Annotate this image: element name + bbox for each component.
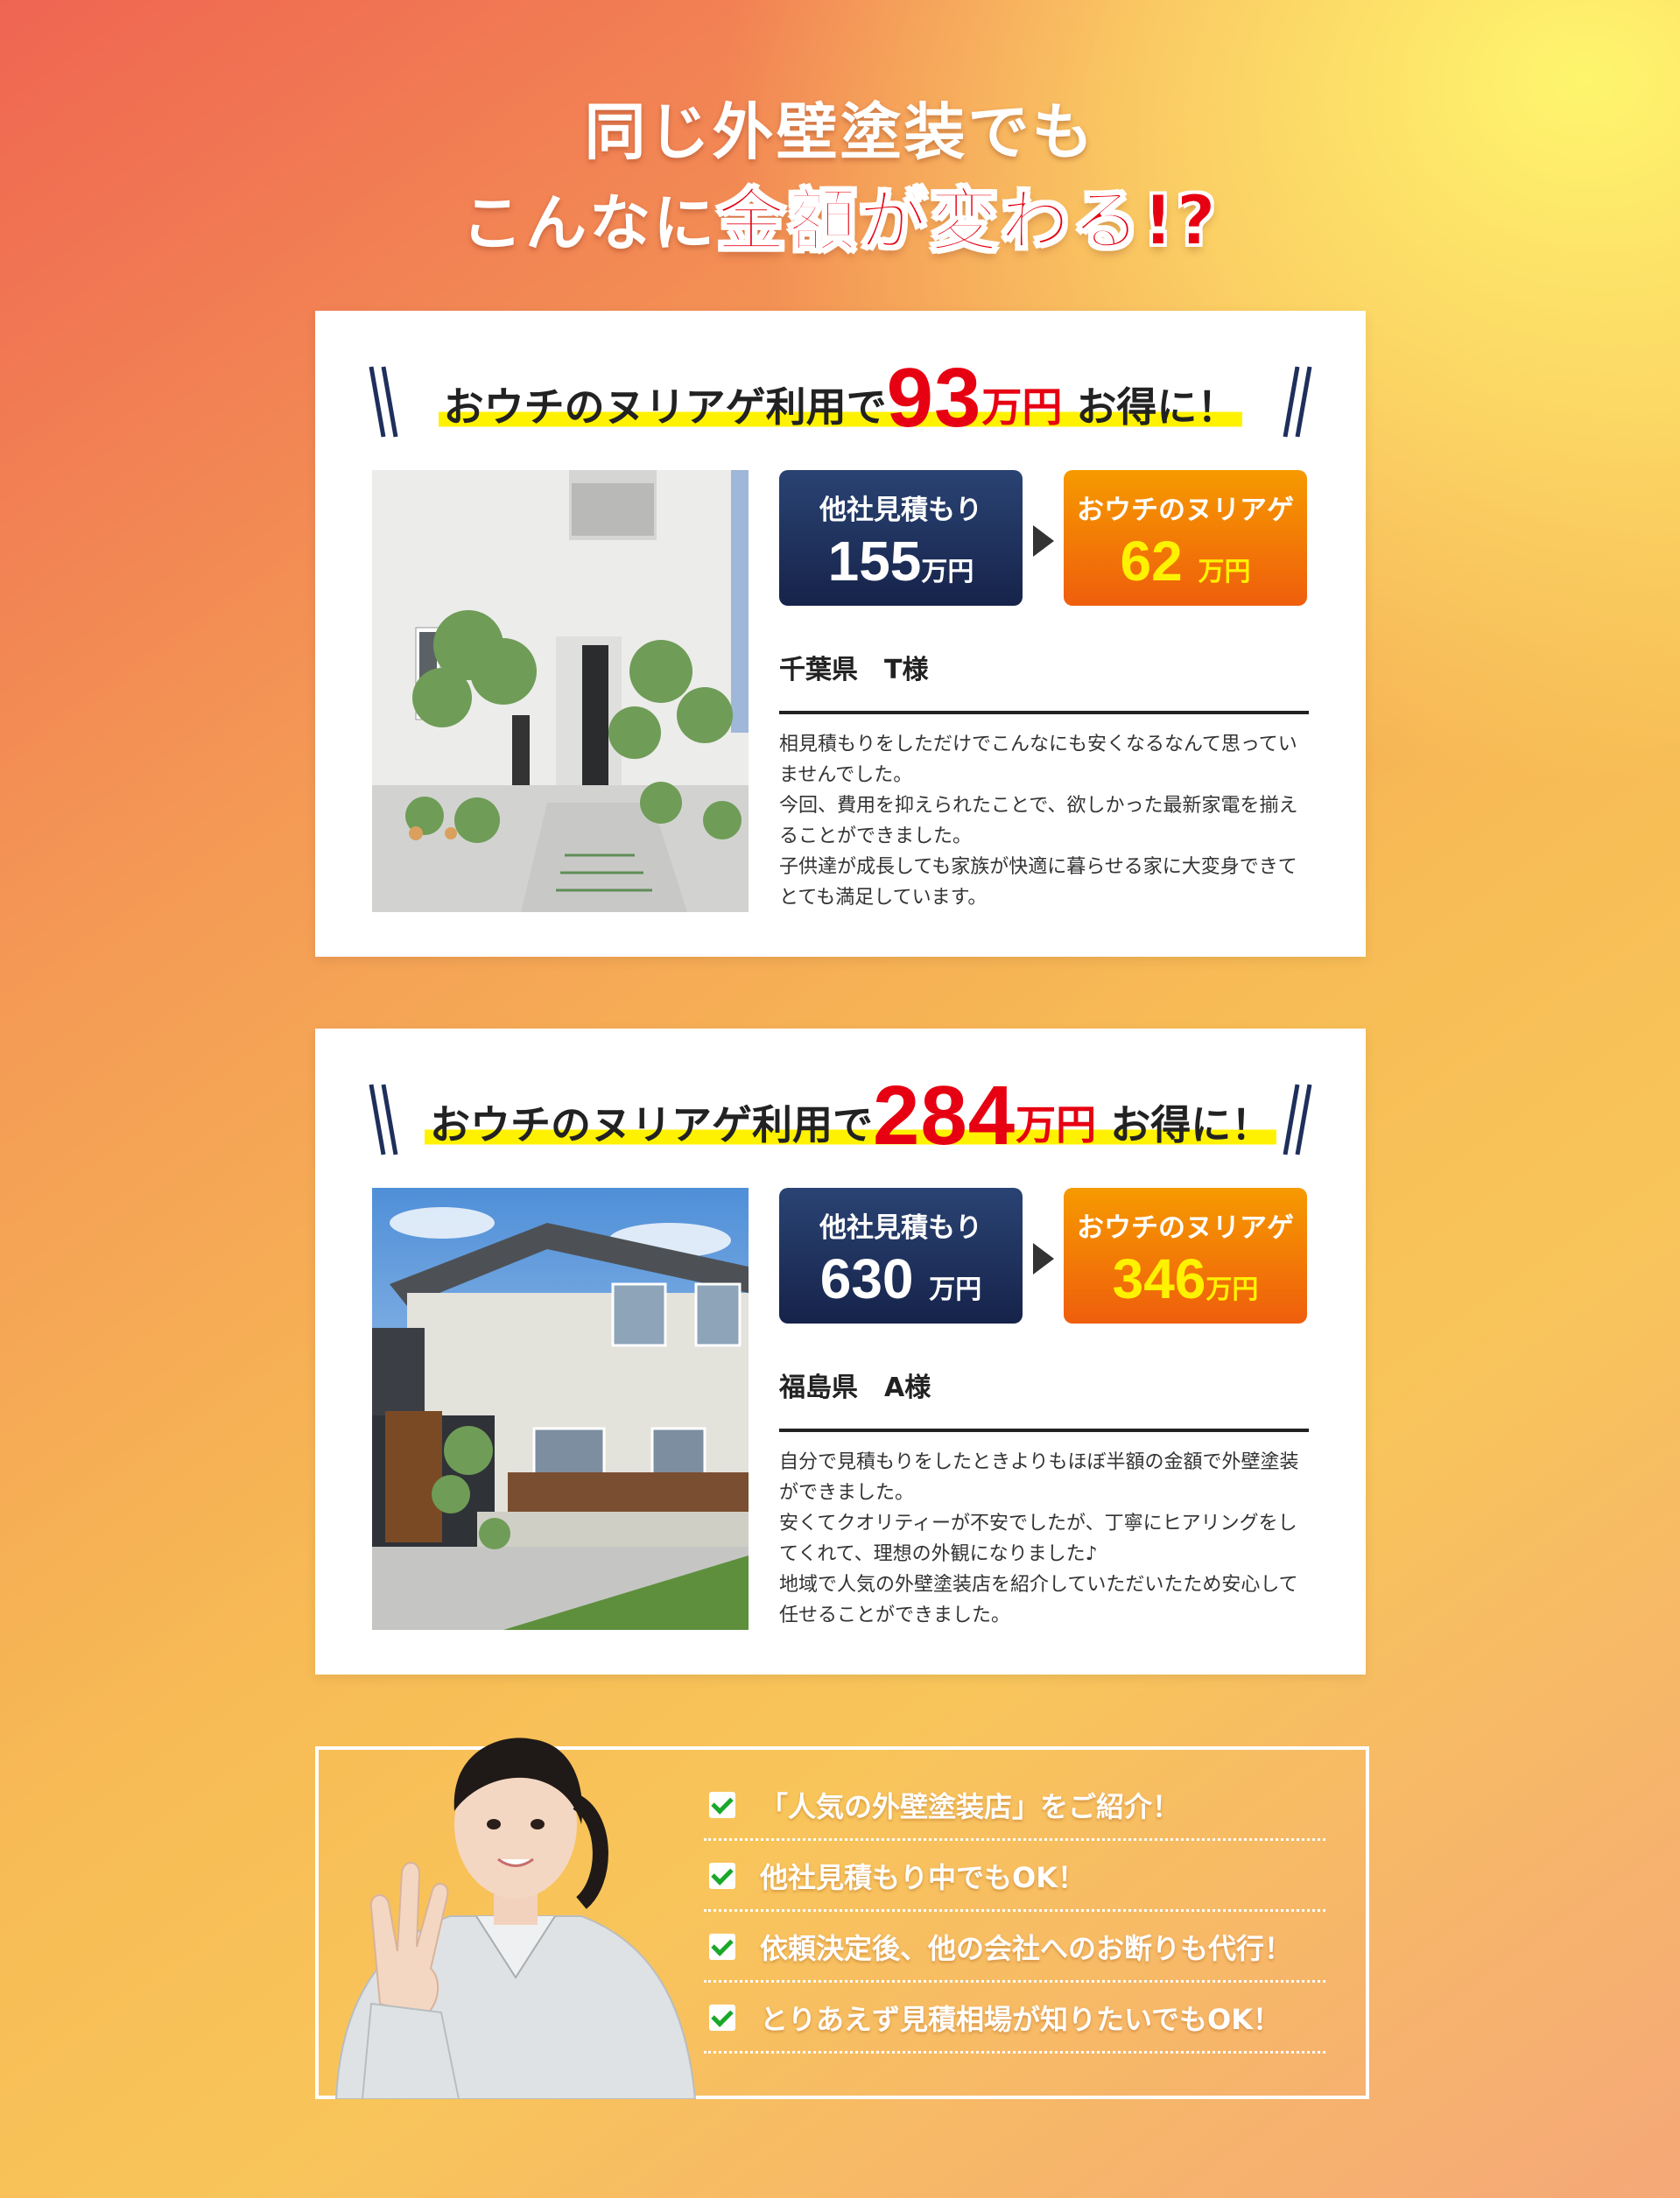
review-text: 自分で見積もりをしたときよりもほぼ半額の金額で外壁塗装ができました。 安くてクオ…: [779, 1447, 1309, 1631]
feature-item: 他社見積もり中でもOK！: [704, 1843, 1325, 1912]
other-label: 他社見積もり: [819, 1212, 982, 1244]
slash-decoration-icon: [369, 1084, 398, 1155]
arrow-right-icon: [1033, 1243, 1054, 1275]
ours-price-unit: 万円: [1198, 557, 1251, 587]
feature-text: 他社見積もり中でもOK！: [760, 1861, 1086, 1894]
other-price-value: 630: [819, 1247, 914, 1310]
review-line: 今回、費用を抑えられたことで、欲しかった最新家電を揃えることができました。: [779, 795, 1298, 847]
feature-text: とりあえず見積相場が知りたいでもOK！: [760, 2003, 1282, 2036]
feature-list: 「人気の外壁塗装店」をご紹介！ 他社見積もり中でもOK！ 依頼決定後、他の会社へ…: [704, 1772, 1325, 2055]
review-line: 自分で見積もりをしたときよりもほぼ半額の金額で外壁塗装ができました。: [779, 1451, 1299, 1504]
feature-item: 依頼決定後、他の会社へのお断りも代行！: [704, 1914, 1325, 1983]
ours-price-unit: 万円: [1206, 1275, 1259, 1305]
other-price-value: 155: [827, 530, 922, 593]
case-card-1: おウチのヌリアゲ利用で93万円 お得に！ 他社見積もり 155万円 おウチのヌリ…: [315, 311, 1366, 957]
case-card-2: おウチのヌリアゲ利用で284万円 お得に！ 他社見積もり 630 万円 おウチの…: [315, 1029, 1366, 1675]
check-icon: [709, 1792, 735, 1818]
case-title: おウチのヌリアゲ利用で284万円 お得に！: [315, 1064, 1366, 1169]
slash-decoration-icon: [1283, 366, 1312, 438]
ours-price-value: 62: [1120, 530, 1183, 593]
feature-text: 依頼決定後、他の会社へのお断りも代行！: [760, 1932, 1293, 1965]
ours-label: おウチのヌリアゲ: [1077, 1212, 1294, 1244]
feature-item: とりあえず見積相場が知りたいでもOK！: [704, 1984, 1325, 2054]
other-price-unit: 万円: [921, 557, 974, 587]
check-icon: [709, 2005, 735, 2031]
ours-price: 62 万円: [1064, 530, 1307, 603]
feature-text: 「人気の外壁塗装店」をご紹介！: [760, 1790, 1181, 1823]
other-label: 他社見積もり: [819, 495, 982, 526]
case-title-text: おウチのヌリアゲ利用で284万円 お得に！: [425, 1069, 1277, 1162]
savings-number: 284: [873, 1069, 1016, 1162]
our-price-box: おウチのヌリアゲ 62 万円: [1064, 470, 1307, 606]
feature-item: 「人気の外壁塗装店」をご紹介！: [704, 1772, 1325, 1841]
check-icon: [709, 1934, 735, 1960]
customer-name: 千葉県 T様: [779, 648, 1309, 714]
review-line: 安くてクオリティーが不安でしたが、丁寧にヒアリングをしてくれて、理想の外観になり…: [779, 1513, 1297, 1565]
review-line: 子供達が成長しても家族が快適に暮らせる家に大変身できてとても満足しています。: [779, 856, 1297, 909]
title-prefix: おウチのヌリアゲ利用で: [430, 1101, 873, 1148]
headline-line1: 同じ外壁塗装でも: [584, 96, 1096, 168]
title-suffix: お得に！: [1076, 383, 1238, 431]
arrow-right-icon: [1033, 525, 1054, 557]
headline-red-text: 金額が変わる!?: [716, 181, 1219, 262]
case-title-text: おウチのヌリアゲ利用で93万円 お得に！: [425, 355, 1256, 442]
other-price-unit: 万円: [929, 1275, 982, 1305]
check-icon: [709, 1863, 735, 1889]
review-text: 相見積もりをしただけでこんなにも安くなるなんて思っていませんでした。 今回、費用…: [779, 729, 1309, 913]
other-price: 630 万円: [779, 1248, 1023, 1321]
headline-line2: こんなに金額が変わる!?: [0, 166, 1680, 264]
savings-unit: 万円: [981, 383, 1063, 431]
slash-decoration-icon: [1283, 1084, 1312, 1155]
review-line: 地域で人気の外壁塗装店を紹介していただいたため安心して任せることができました。: [779, 1574, 1298, 1626]
savings-number: 93: [886, 351, 982, 445]
other-price: 155万円: [779, 530, 1023, 603]
features-box: 「人気の外壁塗装店」をご紹介！ 他社見積もり中でもOK！ 依頼決定後、他の会社へ…: [315, 1738, 1369, 2099]
ours-label: おウチのヌリアゲ: [1077, 495, 1294, 526]
customer-name: 福島県 A様: [779, 1366, 1309, 1432]
our-price-box: おウチのヌリアゲ 346万円: [1064, 1188, 1307, 1324]
savings-unit: 万円: [1016, 1101, 1097, 1148]
staff-woman-photo: [334, 1738, 697, 2099]
house-photo: [372, 470, 749, 912]
headline-prefix: こんなに: [461, 187, 718, 259]
title-suffix: お得に！: [1110, 1101, 1272, 1148]
title-prefix: おウチのヌリアゲ利用で: [443, 383, 887, 431]
house-photo: [372, 1188, 749, 1630]
review-line: 相見積もりをしただけでこんなにも安くなるなんて思っていませんでした。: [779, 734, 1297, 786]
ours-price: 346万円: [1064, 1248, 1307, 1321]
other-company-price-box: 他社見積もり 155万円: [779, 470, 1023, 606]
ours-price-value: 346: [1112, 1247, 1206, 1310]
slash-decoration-icon: [369, 366, 398, 438]
other-company-price-box: 他社見積もり 630 万円: [779, 1188, 1023, 1324]
case-title: おウチのヌリアゲ利用で93万円 お得に！: [315, 346, 1366, 451]
